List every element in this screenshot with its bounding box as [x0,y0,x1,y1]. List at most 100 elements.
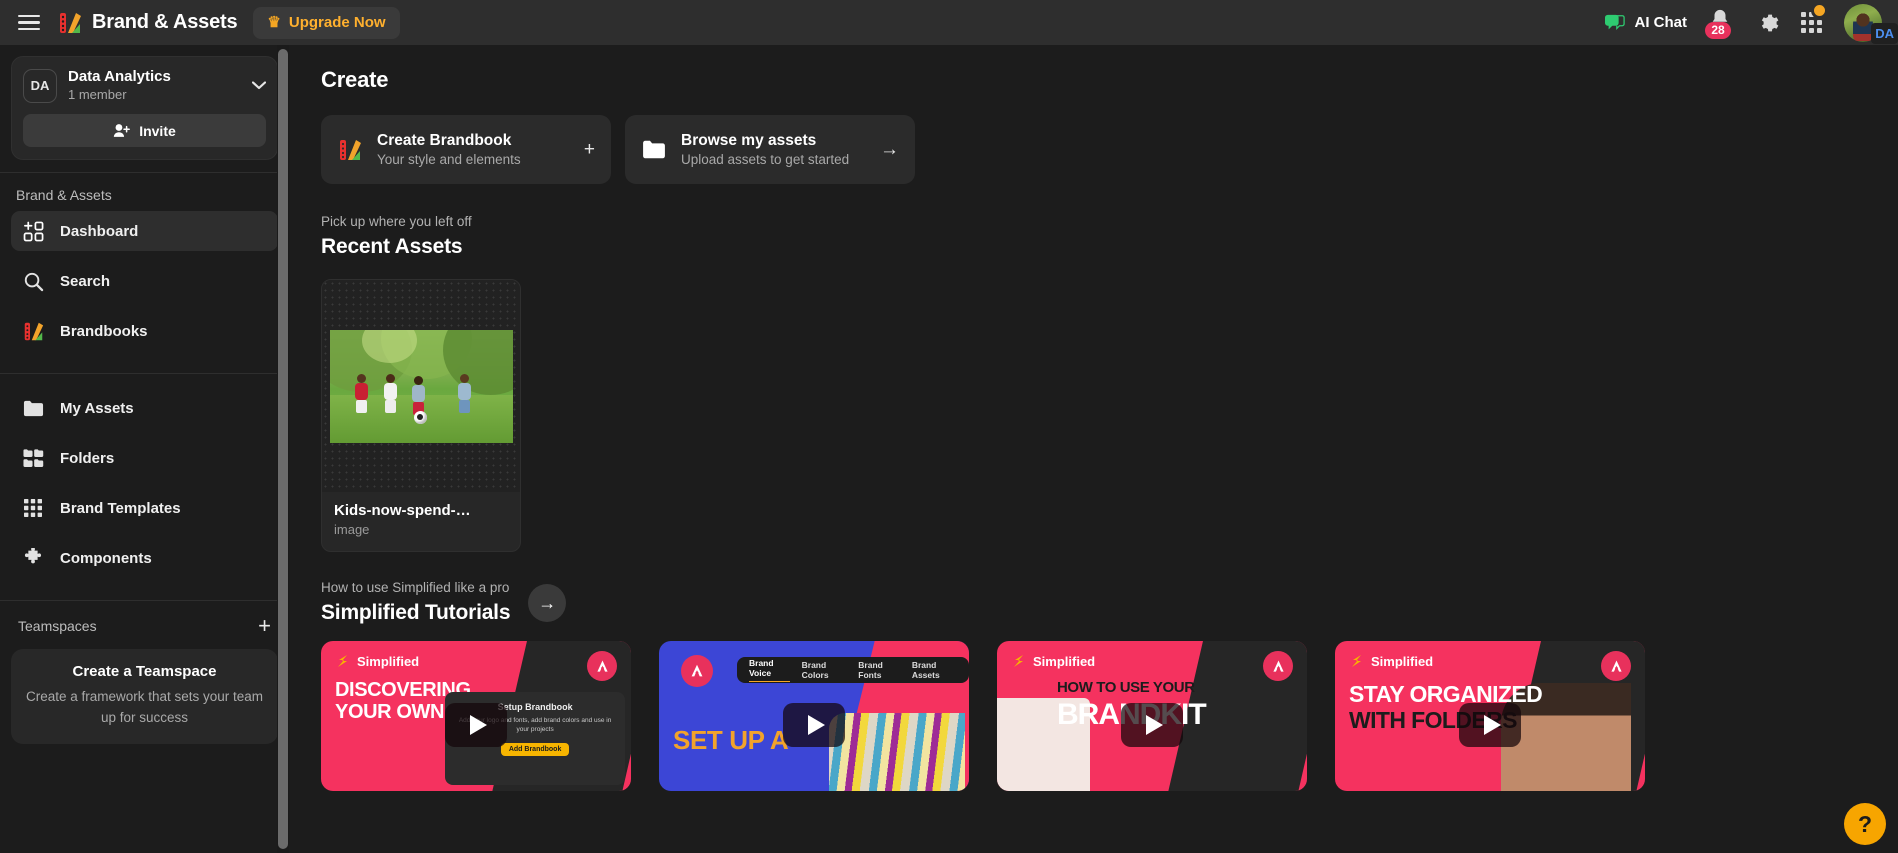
ai-chat-button[interactable]: AI Chat [1604,13,1687,33]
apps-status-dot [1811,2,1828,19]
sidebar-item-brandbooks[interactable]: Brandbooks [11,311,278,351]
play-button[interactable] [1121,703,1183,747]
tutorial-swatch-strip [828,713,965,791]
play-button[interactable] [1459,703,1521,747]
tutorials-carousel: Simplified DISCOVERING YOUR OWN Setup Br… [321,641,1898,791]
sidebar-item-my-assets[interactable]: My Assets [11,388,278,428]
sidebar-item-label: Dashboard [60,222,139,240]
create-cards: Create Brandbook Your style and elements… [321,115,1898,184]
tutorials-next-button[interactable]: → [528,584,567,622]
asset-thumbnail [322,280,520,492]
sidebar-section-label: Brand & Assets [16,187,112,203]
play-icon [1483,715,1501,735]
simplified-logo-badge [587,651,617,681]
workspace-card: DA Data Analytics 1 member Invite [11,56,278,160]
workspace-initials: DA [23,68,57,103]
avatar[interactable]: DA [1844,3,1898,44]
tab-brand-assets[interactable]: Brand Assets [912,660,957,680]
sidebar-scrollbar-thumb[interactable] [278,49,288,849]
sidebar-nav-secondary: My Assets Folders Brand Templates Compon… [0,374,289,588]
create-brandbook-card[interactable]: Create Brandbook Your style and elements… [321,115,611,184]
sidebar-item-dashboard[interactable]: Dashboard [11,211,278,251]
play-button[interactable] [445,703,507,747]
sidebar-item-components[interactable]: Components [11,538,278,578]
create-card-title: Create Brandbook [377,131,512,149]
create-card-title: Browse my assets [681,131,817,149]
sidebar-item-search[interactable]: Search [11,261,278,301]
app-grid-icon[interactable] [1801,2,1828,33]
play-icon [807,715,825,735]
body: DA Data Analytics 1 member Invite Brand … [0,45,1898,853]
create-brandbook-text: Create Brandbook Your style and elements [377,131,570,169]
workspace-meta: Data Analytics 1 member [68,68,241,103]
invite-button[interactable]: Invite [23,114,266,147]
create-card-subtitle: Upload assets to get started [681,151,850,167]
create-teamspace-desc: Create a framework that sets your team u… [25,689,264,725]
folder-icon [641,137,667,163]
dashboard-grid-icon [22,220,44,242]
tutorials-kicker: How to use Simplified like a pro [321,580,510,595]
app-header: Brand & Assets ♛ Upgrade Now AI Chat 28 [0,0,1898,45]
tutorials-heading: Simplified Tutorials [321,601,511,624]
main-inner: Create Create Brandbook Your style and e… [321,45,1898,791]
main-content: Create Create Brandbook Your style and e… [289,45,1898,853]
nine-dots-icon [22,497,44,519]
simplified-logo-badge [1601,651,1631,681]
tab-brand-fonts[interactable]: Brand Fonts [858,660,900,680]
workspace-name: Data Analytics [68,68,171,85]
simplified-logo-badge [1263,651,1293,681]
simplified-mark-icon [1014,655,1023,667]
sidebar: DA Data Analytics 1 member Invite Brand … [0,45,289,853]
upgrade-label: Upgrade Now [288,14,386,31]
simplified-mark-icon [338,655,347,667]
recent-assets-heading: Recent Assets [321,235,463,258]
folders-grid-icon [22,447,44,469]
chevron-down-icon [252,81,266,90]
list-item[interactable]: Kids-now-spend-… image [321,279,521,552]
sidebar-item-folders[interactable]: Folders [11,438,278,478]
tutorials-header: How to use Simplified like a pro Simplif… [321,580,1898,625]
simplified-wordmark: Simplified [1033,653,1096,669]
sidebar-nav-primary: Dashboard Search Brandbooks [0,211,289,361]
sidebar-item-label: Search [60,272,111,290]
sidebar-item-label: My Assets [60,399,134,417]
simplified-logo: Simplified [1349,653,1433,669]
brandbooks-icon [337,137,363,163]
play-button[interactable] [783,703,845,747]
search-icon [22,270,44,292]
brand-tabs-chip: Brand Voice Brand Colors Brand Fonts Bra… [737,657,969,683]
sidebar-item-label: Components [60,549,152,567]
tutorials-titles: How to use Simplified like a pro Simplif… [321,580,510,625]
simplified-wordmark: Simplified [1371,653,1434,669]
notifications-button[interactable]: 28 [1705,8,1735,39]
hamburger-icon[interactable] [18,10,44,36]
workspace-members: 1 member [68,87,127,102]
tab-brand-colors[interactable]: Brand Colors [802,660,847,680]
tutorial-card-title: SET UP A [673,725,789,755]
gear-icon[interactable] [1757,12,1779,34]
arrow-right-icon[interactable]: → [880,140,899,159]
tutorial-card[interactable]: Simplified STAY ORGANIZED WITH FOLDERS [1335,641,1645,791]
sidebar-item-brand-templates[interactable]: Brand Templates [11,488,278,528]
plus-icon[interactable]: + [584,140,595,159]
brandbooks-icon [22,320,44,342]
tutorial-title-line1: SET UP A [673,725,789,755]
tab-brand-voice[interactable]: Brand Voice [749,658,790,682]
add-teamspace-button[interactable]: + [258,615,271,637]
overlay-button[interactable]: Add Brandbook [500,743,570,756]
browse-my-assets-card[interactable]: Browse my assets Upload assets to get st… [625,115,915,184]
asset-meta: Kids-now-spend-… image [322,492,520,551]
simplified-mark-icon [1352,655,1361,667]
workspace-selector[interactable]: DA Data Analytics 1 member [23,68,266,103]
upgrade-now-button[interactable]: ♛ Upgrade Now [253,6,400,39]
arrow-right-icon: → [538,592,557,613]
help-button[interactable]: ? [1844,803,1886,845]
notification-badge: 28 [1705,21,1731,39]
create-teamspace-card[interactable]: Create a Teamspace Create a framework th… [11,649,278,744]
tutorial-card[interactable]: Simplified HOW TO USE YOUR BRANDKIT [997,641,1307,791]
play-icon [469,715,487,735]
asset-name: Kids-now-spend-… [334,502,471,519]
tutorial-card[interactable]: Brand Voice Brand Colors Brand Fonts Bra… [659,641,969,791]
tutorial-card[interactable]: Simplified DISCOVERING YOUR OWN Setup Br… [321,641,631,791]
brand-assets-logo [60,12,81,33]
